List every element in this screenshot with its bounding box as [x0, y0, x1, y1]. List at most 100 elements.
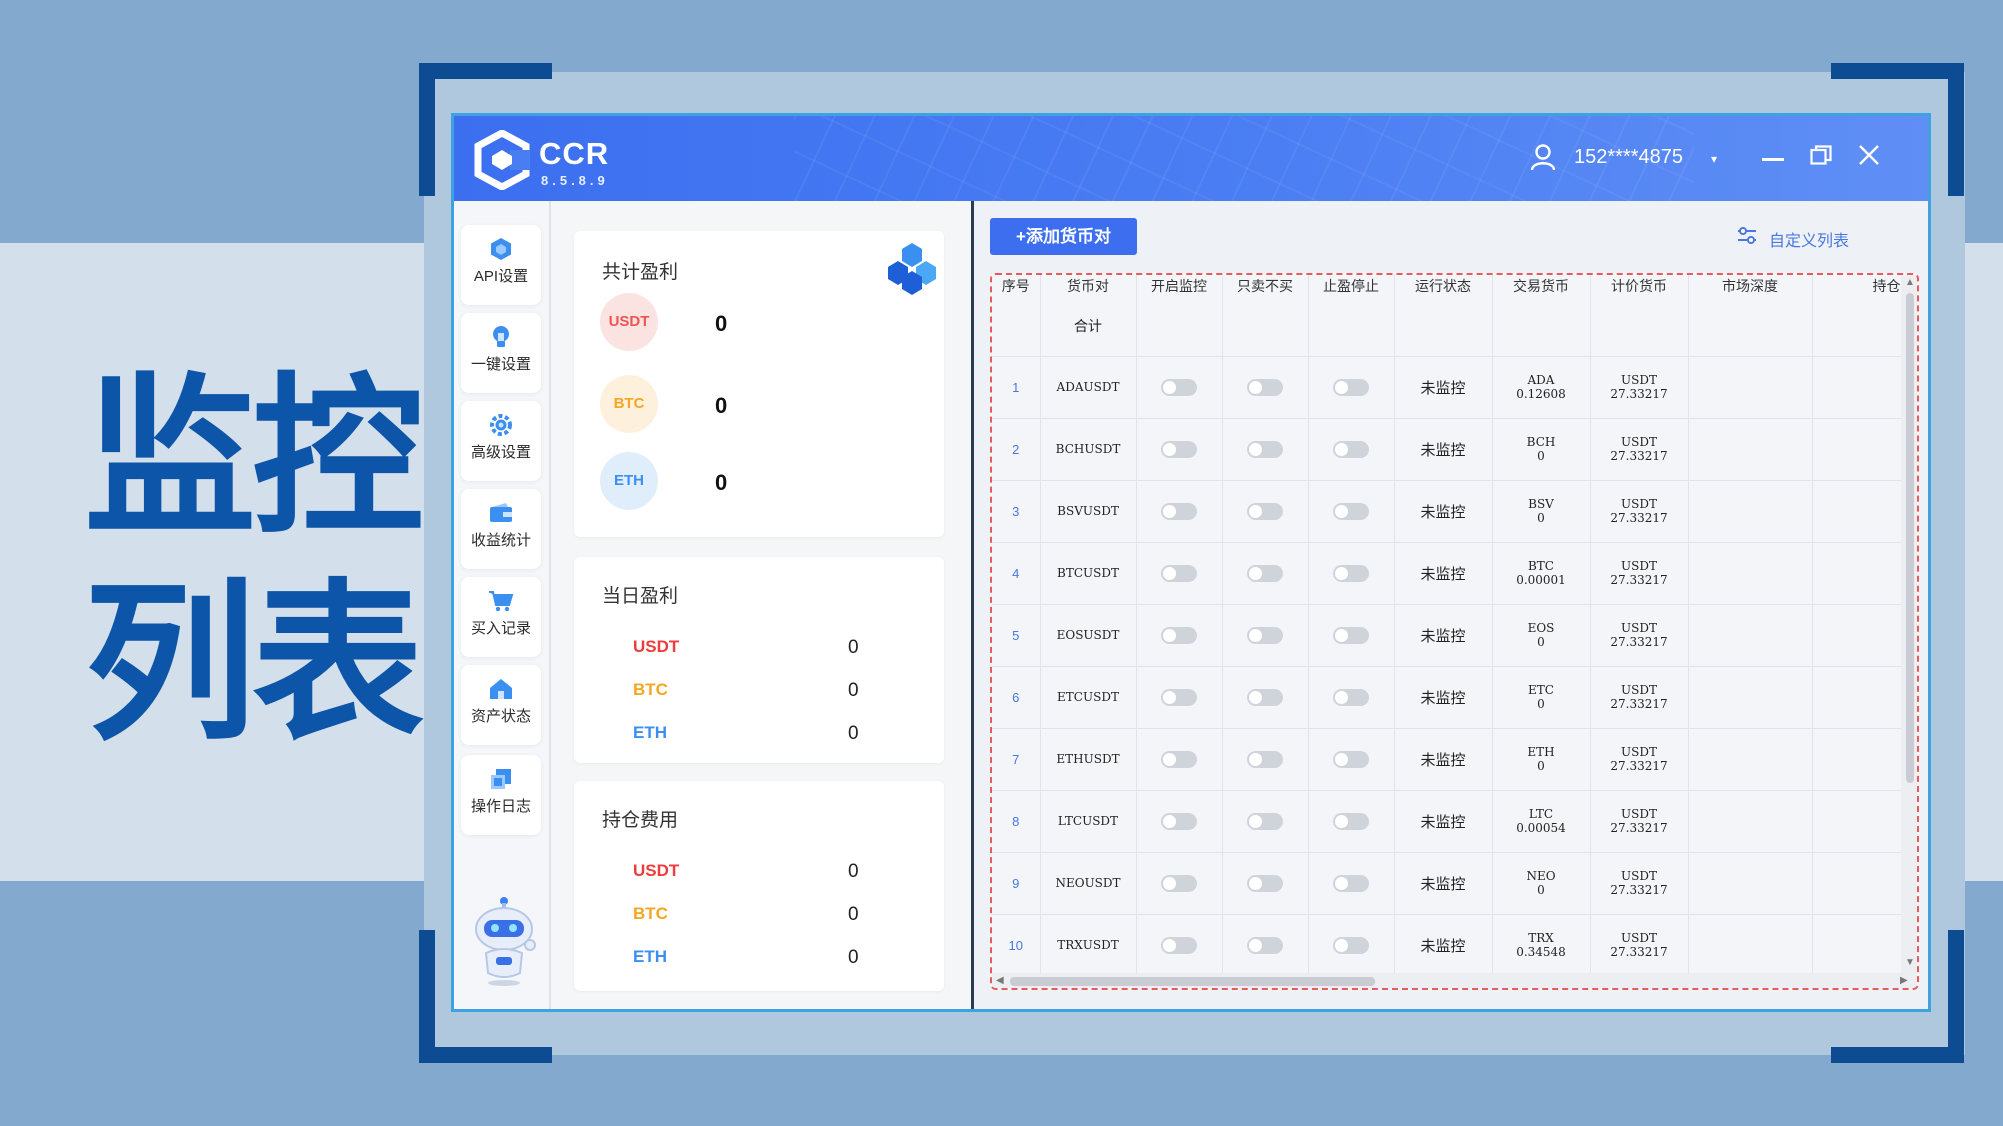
- sidebar-item-asset-status[interactable]: 资产状态: [461, 665, 541, 745]
- column-header-sell-only[interactable]: 只卖不买: [1222, 275, 1309, 296]
- sidebar-item-earnings[interactable]: 收益统计: [461, 489, 541, 569]
- ccr-logo-icon: [474, 130, 530, 190]
- column-header-position[interactable]: 持仓: [1812, 275, 1902, 296]
- custom-list-link[interactable]: 自定义列表: [1738, 227, 1849, 251]
- column-header-depth[interactable]: 市场深度: [1688, 275, 1813, 296]
- table-row[interactable]: 1 ADAUSDT 未监控 ADA 0.12608 USDT 27.33217: [992, 356, 1902, 419]
- horizontal-scroll-thumb[interactable]: [1010, 977, 1375, 986]
- monitor-toggle[interactable]: [1161, 874, 1197, 892]
- user-icon[interactable]: [1530, 143, 1556, 171]
- table-row[interactable]: 5 EOSUSDT 未监控 EOS 0 USDT 27.33217: [992, 604, 1902, 667]
- sell-only-toggle[interactable]: [1247, 502, 1283, 520]
- table-row[interactable]: 2 BCHUSDT 未监控 BCH 0 USDT 27.33217: [992, 418, 1902, 481]
- chevron-down-icon[interactable]: ▾: [1711, 152, 1717, 166]
- pair-name: EOSUSDT: [1040, 604, 1137, 667]
- table-cell: [1136, 604, 1223, 667]
- table-row[interactable]: 9 NEOUSDT 未监控 NEO 0 USDT 27.33217: [992, 852, 1902, 915]
- sidebar-item-advanced-settings[interactable]: 高级设置: [461, 401, 541, 481]
- table-row[interactable]: 3 BSVUSDT 未监控 BSV 0 USDT 27.33217: [992, 480, 1902, 543]
- quote-coin-cell: USDT 27.33217: [1590, 604, 1689, 667]
- sell-only-toggle[interactable]: [1247, 750, 1283, 768]
- monitor-toggle[interactable]: [1161, 626, 1197, 644]
- scroll-right-icon[interactable]: ▶: [1900, 975, 1908, 986]
- monitor-toggle[interactable]: [1161, 812, 1197, 830]
- sell-only-toggle[interactable]: [1247, 564, 1283, 582]
- stop-toggle[interactable]: [1333, 378, 1369, 396]
- table-row[interactable]: 10 TRXUSDT 未监控 TRX 0.34548 USDT 27.33217: [992, 914, 1902, 977]
- monitor-toggle[interactable]: [1161, 502, 1197, 520]
- sell-only-toggle[interactable]: [1247, 626, 1283, 644]
- sell-only-toggle[interactable]: [1247, 812, 1283, 830]
- stop-toggle[interactable]: [1333, 626, 1369, 644]
- stop-toggle[interactable]: [1333, 812, 1369, 830]
- pair-name: BSVUSDT: [1040, 480, 1137, 543]
- table-cell: [1222, 296, 1309, 357]
- trade-coin: NEO: [1526, 869, 1556, 883]
- monitor-toggle[interactable]: [1161, 378, 1197, 396]
- maximize-icon[interactable]: [1810, 145, 1832, 165]
- row-index: 10: [992, 914, 1041, 977]
- column-header-trade-coin[interactable]: 交易货币: [1492, 275, 1591, 296]
- table-cell: [1688, 296, 1813, 357]
- sidebar-item-one-click-settings[interactable]: 一键设置: [461, 313, 541, 393]
- sidebar-item-operation-log[interactable]: 操作日志: [461, 755, 541, 835]
- position-fee-title: 持仓费用: [602, 810, 679, 831]
- stop-toggle[interactable]: [1333, 874, 1369, 892]
- table-row[interactable]: 7 ETHUSDT 未监控 ETH 0 USDT 27.33217: [992, 728, 1902, 791]
- stop-toggle[interactable]: [1333, 440, 1369, 458]
- daily-profit-card: 当日盈利 USDT 0 BTC 0 ETH 0: [574, 557, 944, 763]
- quote-coin: USDT: [1621, 931, 1657, 945]
- add-pair-button[interactable]: +添加货币对: [990, 218, 1137, 255]
- column-header-monitor[interactable]: 开启监控: [1136, 275, 1223, 296]
- monitor-toggle[interactable]: [1161, 750, 1197, 768]
- log-icon: [491, 769, 511, 789]
- table-cell: [1308, 666, 1395, 729]
- sidebar-item-buy-records[interactable]: 买入记录: [461, 577, 541, 657]
- sell-only-toggle[interactable]: [1247, 874, 1283, 892]
- market-depth-cell: [1688, 666, 1813, 729]
- quote-coin: USDT: [1621, 807, 1657, 821]
- sidebar-item-api-settings[interactable]: API设置: [461, 225, 541, 305]
- stop-toggle[interactable]: [1333, 936, 1369, 954]
- column-header-index[interactable]: 序号: [992, 275, 1041, 296]
- user-account[interactable]: 152****4875: [1574, 146, 1683, 169]
- sell-only-toggle[interactable]: [1247, 440, 1283, 458]
- column-header-status[interactable]: 运行状态: [1394, 275, 1493, 296]
- minimize-icon[interactable]: [1762, 158, 1784, 161]
- column-header-stop[interactable]: 止盈停止: [1308, 275, 1395, 296]
- stop-toggle[interactable]: [1333, 502, 1369, 520]
- table-cell: [1136, 418, 1223, 481]
- monitor-toggle[interactable]: [1161, 440, 1197, 458]
- monitor-toggle[interactable]: [1161, 936, 1197, 954]
- column-header-pair[interactable]: 货币对: [1040, 275, 1137, 296]
- daily-btc-value: 0: [848, 680, 859, 701]
- trade-amount: 0: [1537, 697, 1545, 711]
- robot-icon[interactable]: [468, 895, 540, 987]
- column-header-quote-coin[interactable]: 计价货币: [1590, 275, 1689, 296]
- vertical-scrollbar[interactable]: ▲ ▼: [1901, 275, 1917, 973]
- scroll-up-icon[interactable]: ▲: [1905, 277, 1915, 288]
- monitor-toggle[interactable]: [1161, 688, 1197, 706]
- app-window: CCR 8.5.8.9 152****4875 ▾ API设置 一键设置 高级设…: [451, 113, 1931, 1012]
- horizontal-scrollbar[interactable]: ◀ ▶: [992, 973, 1917, 988]
- sell-only-toggle[interactable]: [1247, 378, 1283, 396]
- table-cell: [1812, 296, 1902, 357]
- sell-only-toggle[interactable]: [1247, 936, 1283, 954]
- scroll-down-icon[interactable]: ▼: [1905, 957, 1915, 968]
- stop-toggle[interactable]: [1333, 750, 1369, 768]
- scroll-left-icon[interactable]: ◀: [996, 975, 1004, 986]
- quote-coin-cell: USDT 27.33217: [1590, 480, 1689, 543]
- market-depth-cell: [1688, 542, 1813, 605]
- stop-toggle[interactable]: [1333, 564, 1369, 582]
- stop-toggle[interactable]: [1333, 688, 1369, 706]
- sell-only-toggle[interactable]: [1247, 688, 1283, 706]
- market-depth-cell: [1688, 852, 1813, 915]
- vertical-scroll-thumb[interactable]: [1906, 293, 1914, 783]
- close-icon[interactable]: [1857, 143, 1881, 167]
- table-row[interactable]: 8 LTCUSDT 未监控 LTC 0.00054 USDT 27.33217: [992, 790, 1902, 853]
- trade-coin: ADA: [1527, 373, 1555, 387]
- table-row[interactable]: 6 ETCUSDT 未监控 ETC 0 USDT 27.33217: [992, 666, 1902, 729]
- row-index: 1: [992, 356, 1041, 419]
- monitor-toggle[interactable]: [1161, 564, 1197, 582]
- table-row[interactable]: 4 BTCUSDT 未监控 BTC 0.00001 USDT 27.33217: [992, 542, 1902, 605]
